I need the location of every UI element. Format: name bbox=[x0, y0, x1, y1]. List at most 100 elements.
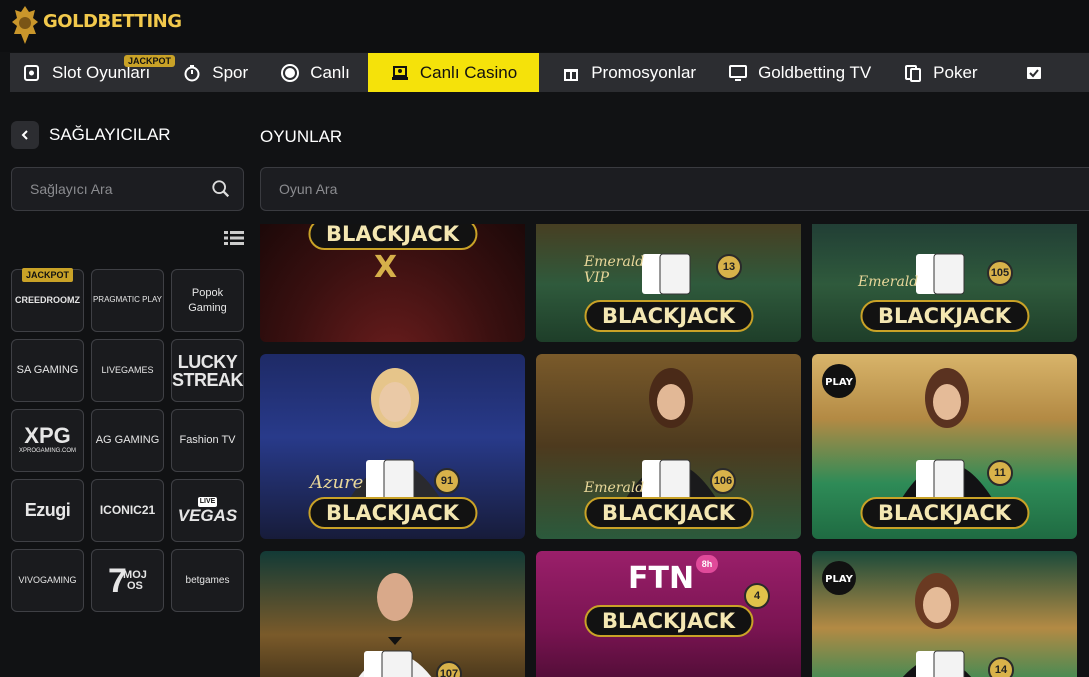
provider-7mojos[interactable]: 7 MOJOS bbox=[91, 549, 164, 612]
playing-cards-icon bbox=[916, 459, 965, 501]
nav-live-casino-label: Canlı Casino bbox=[419, 62, 518, 82]
nav-sports[interactable]: Spor bbox=[168, 53, 266, 92]
nav-promotions[interactable]: Promosyonlar bbox=[539, 53, 714, 92]
game-subtitle: Azure bbox=[310, 472, 364, 493]
table-number-badge: 13 bbox=[716, 254, 742, 280]
brand-logo[interactable]: GOLDBETTING bbox=[10, 4, 182, 48]
list-view-icon[interactable] bbox=[224, 230, 244, 246]
playing-cards-icon bbox=[916, 253, 965, 295]
playing-cards-icon bbox=[642, 459, 691, 501]
game-card[interactable]: Emerald 106 BLACKJACK bbox=[536, 354, 801, 539]
game-search-box bbox=[260, 167, 1089, 211]
collapse-sidebar-button[interactable] bbox=[11, 121, 39, 149]
nav-goldbetting-tv-label: Goldbetting TV bbox=[758, 62, 872, 82]
game-card[interactable]: Azure 91 BLACKJACK bbox=[260, 354, 525, 539]
provider-betgames[interactable]: betgames bbox=[171, 549, 244, 612]
table-number-badge: 11 bbox=[987, 460, 1013, 486]
game-subtitle: X bbox=[374, 250, 398, 285]
nav-poker[interactable]: Poker bbox=[889, 53, 995, 92]
provider-label: Popok Gaming bbox=[188, 286, 227, 314]
providers-title: SAĞLAYICILAR bbox=[49, 125, 171, 144]
game-brand-label: FTN bbox=[628, 561, 695, 596]
nav-slot-games[interactable]: Slot Oyunları JACKPOT bbox=[10, 53, 176, 92]
game-search-input[interactable] bbox=[261, 181, 1089, 197]
provider-creedroomz[interactable]: JACKPOT CREEDROOMZ bbox=[11, 268, 84, 332]
nav-live-label: Canlı bbox=[310, 62, 350, 82]
provider-sublabel: XPROGAMING.COM bbox=[18, 448, 76, 455]
provider-ezugi[interactable]: Ezugi bbox=[11, 479, 84, 542]
game-title: BLACKJACK bbox=[583, 300, 754, 332]
live-dot-icon bbox=[280, 63, 300, 83]
provider-pragmatic-play[interactable]: PRAGMATIC PLAY bbox=[91, 269, 164, 332]
provider-live-vegas[interactable]: LIVE VEGAS bbox=[171, 479, 244, 542]
chevron-left-icon bbox=[21, 130, 28, 140]
table-number-badge: 4 bbox=[744, 583, 770, 609]
game-card[interactable]: FTN 8h 4 BLACKJACK bbox=[536, 551, 801, 677]
nav-more[interactable] bbox=[996, 53, 1072, 92]
svg-text:PLAY: PLAY bbox=[825, 377, 853, 388]
game-card[interactable]: Emerald VIP 13 BLACKJACK bbox=[536, 224, 801, 342]
provider-lucky-streak[interactable]: LUCKY STREAK bbox=[171, 339, 244, 402]
poker-icon bbox=[903, 63, 923, 83]
provider-iconic21[interactable]: ICONIC21 bbox=[91, 479, 164, 542]
playing-cards-icon bbox=[364, 650, 413, 677]
nav-live[interactable]: Canlı bbox=[266, 53, 368, 92]
playing-cards-icon bbox=[916, 650, 965, 677]
provider-label: betgames bbox=[185, 574, 230, 586]
lion-logo-icon bbox=[12, 6, 38, 44]
provider-fashion-tv[interactable]: Fashion TV bbox=[171, 409, 244, 472]
provider-jackpot-badge: JACKPOT bbox=[22, 268, 74, 283]
game-card[interactable]: Emerald 105 BLACKJACK bbox=[812, 224, 1077, 342]
provider-label: XPG bbox=[24, 423, 71, 449]
provider-sa-gaming[interactable]: SA GAMING bbox=[11, 339, 84, 402]
games-title: OYUNLAR bbox=[260, 127, 343, 146]
provider-ag-gaming[interactable]: AG GAMING bbox=[91, 409, 164, 472]
provider-label: VEGAS bbox=[177, 505, 238, 525]
table-number-badge: 106 bbox=[710, 468, 736, 494]
game-card[interactable]: 107 bbox=[260, 551, 525, 677]
game-title: BLACKJACK bbox=[859, 497, 1030, 529]
provider-grid: JACKPOT CREEDROOMZ PRAGMATIC PLAY Popok … bbox=[11, 268, 246, 612]
provider-vivogaming[interactable]: VIVOGAMING bbox=[11, 549, 84, 612]
provider-label: Fashion TV bbox=[179, 434, 236, 447]
pragmatic-play-logo-icon: PLAY bbox=[822, 561, 856, 595]
nav-poker-label: Poker bbox=[933, 62, 978, 82]
provider-label: LIVEGAMES bbox=[101, 365, 154, 376]
game-title: BLACKJACK bbox=[859, 300, 1030, 332]
game-title: BLACKJACK bbox=[307, 224, 478, 250]
provider-label: CREEDROOMZ bbox=[15, 295, 80, 306]
game-card[interactable]: PLAY 14 bbox=[812, 551, 1077, 677]
table-number-badge: 91 bbox=[434, 468, 460, 494]
nav-live-casino[interactable]: Canlı Casino bbox=[367, 53, 540, 92]
table-number-badge: 14 bbox=[988, 657, 1014, 677]
provider-search-input[interactable] bbox=[12, 181, 211, 197]
playing-cards-icon bbox=[366, 459, 415, 501]
brand-name: GOLDBETTING bbox=[43, 10, 182, 32]
ticket-icon bbox=[1024, 63, 1044, 83]
provider-label: AG GAMING bbox=[95, 434, 160, 447]
game-card[interactable]: PLAY 11 BLACKJACK bbox=[812, 354, 1077, 539]
main-nav: Slot Oyunları JACKPOT Spor Canlı Canlı C… bbox=[10, 53, 1089, 92]
nav-promotions-label: Promosyonlar bbox=[591, 62, 697, 82]
svg-text:PLAY: PLAY bbox=[825, 574, 853, 585]
provider-label: LUCKY STREAK bbox=[172, 351, 244, 390]
game-subtitle: Emerald bbox=[584, 480, 645, 496]
provider-search-box bbox=[11, 167, 244, 211]
provider-label: VIVOGAMING bbox=[18, 575, 77, 586]
time-tag-badge: 8h bbox=[696, 555, 718, 573]
nav-goldbetting-tv[interactable]: Goldbetting TV bbox=[714, 53, 889, 92]
providers-header: SAĞLAYICILAR bbox=[11, 121, 171, 149]
table-number-badge: 105 bbox=[987, 260, 1013, 286]
top-bar: GOLDBETTING bbox=[0, 0, 1089, 52]
nav-sports-label: Spor bbox=[212, 62, 249, 82]
provider-livegames[interactable]: LIVEGAMES bbox=[91, 339, 164, 402]
stopwatch-icon bbox=[182, 63, 202, 83]
provider-label: SA GAMING bbox=[16, 364, 79, 377]
game-card[interactable]: BLACKJACK X bbox=[260, 224, 525, 342]
provider-label: Ezugi bbox=[24, 500, 71, 521]
gift-icon bbox=[561, 63, 581, 83]
provider-xpg[interactable]: XPG XPROGAMING.COM bbox=[11, 409, 84, 472]
provider-popok-gaming[interactable]: Popok Gaming bbox=[171, 269, 244, 332]
game-grid: BLACKJACK X Emerald VIP 13 BLACKJACK Eme… bbox=[260, 224, 1089, 677]
search-icon[interactable] bbox=[211, 178, 231, 200]
